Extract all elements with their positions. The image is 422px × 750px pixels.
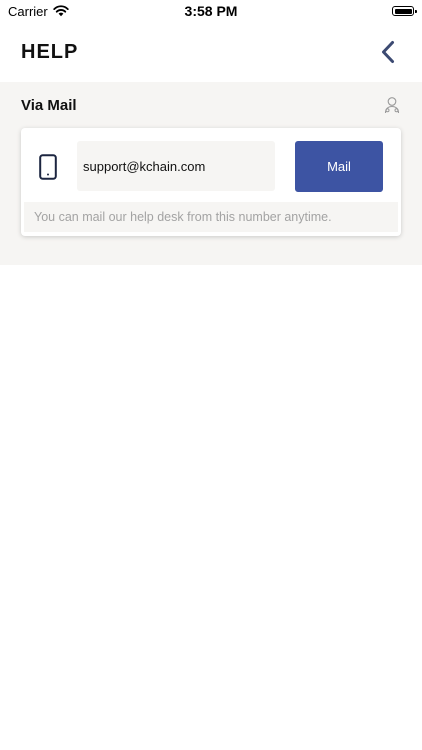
page-title: HELP bbox=[21, 40, 79, 63]
header: HELP bbox=[0, 22, 422, 82]
mail-card: support@kchain.com Mail You can mail our… bbox=[21, 128, 401, 236]
mail-section: Via Mail support@kchain.com Mail You can… bbox=[0, 82, 422, 265]
wifi-icon bbox=[53, 5, 69, 17]
help-note: You can mail our help desk from this num… bbox=[24, 202, 398, 232]
status-left: Carrier bbox=[8, 4, 69, 19]
chevron-left-icon bbox=[382, 41, 394, 63]
back-button[interactable] bbox=[376, 40, 400, 64]
status-bar: Carrier 3:58 PM bbox=[0, 0, 422, 22]
support-agent-icon bbox=[384, 97, 400, 114]
section-title: Via Mail bbox=[21, 96, 77, 114]
section-header: Via Mail bbox=[21, 94, 400, 116]
battery-icon bbox=[392, 6, 417, 16]
support-email-field[interactable]: support@kchain.com bbox=[77, 141, 275, 191]
mail-button[interactable]: Mail bbox=[295, 141, 383, 192]
phone-icon bbox=[39, 154, 57, 180]
carrier-label: Carrier bbox=[8, 3, 48, 19]
